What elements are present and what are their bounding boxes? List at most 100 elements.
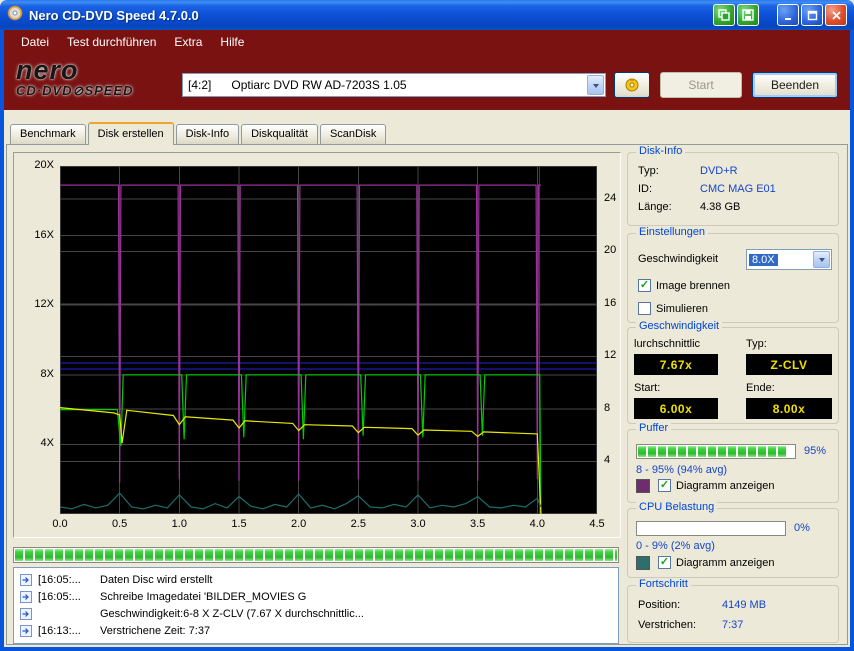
group-title: CPU Belastung (636, 501, 718, 513)
position-label: Position: (638, 599, 681, 611)
right-axis-labels: 4 8 12 16 20 24 (601, 166, 629, 514)
checkbox-checked-icon[interactable] (658, 479, 671, 492)
axis-tick-label: 24 (604, 191, 617, 204)
start-speed-label: Start: (634, 382, 661, 394)
end-speed-display: 8.00x (746, 398, 832, 419)
group-title: Einstellungen (636, 226, 709, 238)
app-window: Nero CD-DVD Speed 4.7.0.0 Datei Test dur… (0, 0, 854, 651)
left-axis-labels: 4X 8X 12X 16X 20X (16, 159, 56, 514)
speed-summary-group: Geschwindigkeit lurchschnittlic Typ: 7.6… (627, 320, 839, 424)
start-button[interactable]: Start (660, 72, 742, 98)
buffer-color-swatch (636, 479, 650, 493)
eject-button[interactable] (614, 72, 650, 98)
menu-item-hilfe[interactable]: Hilfe (211, 33, 253, 51)
checkbox-checked-icon[interactable] (638, 279, 651, 292)
buffer-graph-label: Diagramm anzeigen (676, 479, 775, 492)
speed-select-value: 8.0X (749, 253, 778, 266)
menu-item-test-durchfuehren[interactable]: Test durchführen (58, 33, 165, 51)
disk-type-label: Typ: (638, 165, 659, 177)
simulate-checkbox[interactable]: Simulieren (638, 302, 708, 315)
axis-tick-label: 16X (34, 228, 54, 241)
tab-disk-erstellen[interactable]: Disk erstellen (87, 122, 174, 145)
image-burn-checkbox[interactable]: Image brennen (638, 279, 730, 292)
axis-tick-label: 4.5 (589, 518, 605, 530)
quit-button[interactable]: Beenden (752, 72, 838, 98)
minimize-button[interactable] (777, 4, 799, 26)
titlebar: Nero CD-DVD Speed 4.7.0.0 (0, 0, 854, 30)
buffer-level-bar (636, 444, 796, 459)
cd-dvd-speed-logo-text: CD·DVD⊘SPEED (16, 83, 134, 98)
maximize-button[interactable] (801, 4, 823, 26)
chevron-down-icon[interactable] (813, 251, 830, 268)
cpu-graph-checkbox[interactable]: Diagramm anzeigen (658, 556, 774, 569)
menu-item-extra[interactable]: Extra (165, 33, 211, 51)
burn-icon (625, 78, 639, 92)
checkbox-checked-icon[interactable] (658, 556, 671, 569)
log-entry-text: Geschwindigkeit:6-8 X Z-CLV (7.67 X durc… (100, 607, 364, 620)
drive-select[interactable]: [4:2] Optiarc DVD RW AD-7203S 1.05 (182, 73, 606, 97)
checkbox-unchecked-icon[interactable] (638, 302, 651, 315)
disk-id-value: CMC MAG E01 (700, 183, 776, 195)
save-image-button[interactable] (737, 4, 759, 26)
speed-select-label: Geschwindigkeit (638, 253, 719, 265)
group-title: Disk-Info (636, 145, 686, 157)
cpu-usage-bar (636, 521, 786, 536)
tab-diskqualitaet[interactable]: Diskqualität (241, 124, 318, 144)
buffer-group: Puffer 95% 8 - 95% (94% avg) Diagramm an… (627, 422, 839, 503)
average-speed-display: 7.67x (634, 354, 718, 375)
log-entry-text: Daten Disc wird erstellt (100, 573, 213, 586)
axis-tick-label: 8X (40, 367, 54, 380)
axis-tick-label: 4 (604, 454, 611, 467)
end-speed-label: Ende: (746, 382, 775, 394)
app-icon (7, 5, 23, 26)
tab-benchmark[interactable]: Benchmark (10, 124, 86, 144)
position-value: 4149 MB (722, 599, 767, 611)
log-entry-time: [16:05:... (38, 573, 81, 586)
buffer-graph-checkbox[interactable]: Diagramm anzeigen (658, 479, 774, 492)
axis-tick-label: 3.5 (470, 518, 486, 530)
axis-tick-label: 12 (604, 349, 617, 362)
cpu-group: CPU Belastung 0% 0 - 9% (2% avg) Diagram… (627, 501, 839, 578)
tab-scandisk[interactable]: ScanDisk (319, 124, 387, 144)
axis-tick-label: 8 (604, 401, 611, 414)
start-speed-display: 6.00x (634, 398, 718, 419)
log-entry-icon (20, 590, 32, 603)
buffer-range: 8 - 95% (94% avg) (636, 464, 728, 476)
buffer-percent: 95% (804, 445, 827, 457)
log-entry-text: Schreibe Imagedatei 'BILDER_MOVIES G (100, 590, 307, 603)
event-log: [16:05:... Daten Disc wird erstellt [16:… (13, 567, 619, 644)
tab-content: 4X 8X 12X 16X 20X 4 8 12 16 20 24 0.0 0.5 1.0 1.5 2.0… (6, 144, 848, 645)
copy-image-button[interactable] (713, 4, 735, 26)
disk-info-group: Disk-Info Typ: DVD+R ID: CMC MAG E01 Län… (627, 145, 839, 226)
axis-tick-label: 4X (40, 437, 54, 450)
log-entry-time: [16:05:... (38, 590, 81, 603)
speed-select[interactable]: 8.0X (746, 249, 832, 270)
group-title: Puffer (636, 422, 672, 434)
axis-tick-label: 16 (604, 296, 617, 309)
speed-type-display: Z-CLV (746, 354, 832, 375)
menu-bar: Datei Test durchführen Extra Hilfe (4, 30, 850, 53)
log-entry-time: [16:13:... (38, 624, 81, 637)
group-title: Fortschritt (636, 578, 691, 590)
log-entry-icon (20, 624, 32, 637)
write-progress-fill (15, 549, 617, 561)
window-title: Nero CD-DVD Speed 4.7.0.0 (29, 7, 199, 23)
axis-tick-label: 1.0 (171, 518, 187, 530)
axis-tick-label: 12X (34, 298, 54, 311)
elapsed-label: Verstrichen: (638, 619, 697, 631)
tab-disk-info[interactable]: Disk-Info (175, 124, 240, 144)
close-button[interactable] (825, 4, 847, 26)
axis-tick-label: 20X (34, 159, 54, 171)
drive-select-value: [4:2] Optiarc DVD RW AD-7203S 1.05 (188, 78, 407, 92)
chevron-down-icon[interactable] (587, 75, 604, 95)
axis-tick-label: 0.5 (112, 518, 128, 530)
disk-length-label: Länge: (638, 201, 672, 213)
log-entry-icon (20, 607, 32, 620)
log-entry-text: Verstrichene Zeit: 7:37 (100, 624, 211, 637)
group-title: Geschwindigkeit (636, 320, 723, 332)
disk-type-value: DVD+R (700, 165, 738, 177)
cpu-color-swatch (636, 556, 650, 570)
menu-item-datei[interactable]: Datei (12, 33, 58, 51)
disk-id-label: ID: (638, 183, 653, 195)
axis-tick-label: 2.0 (291, 518, 307, 530)
